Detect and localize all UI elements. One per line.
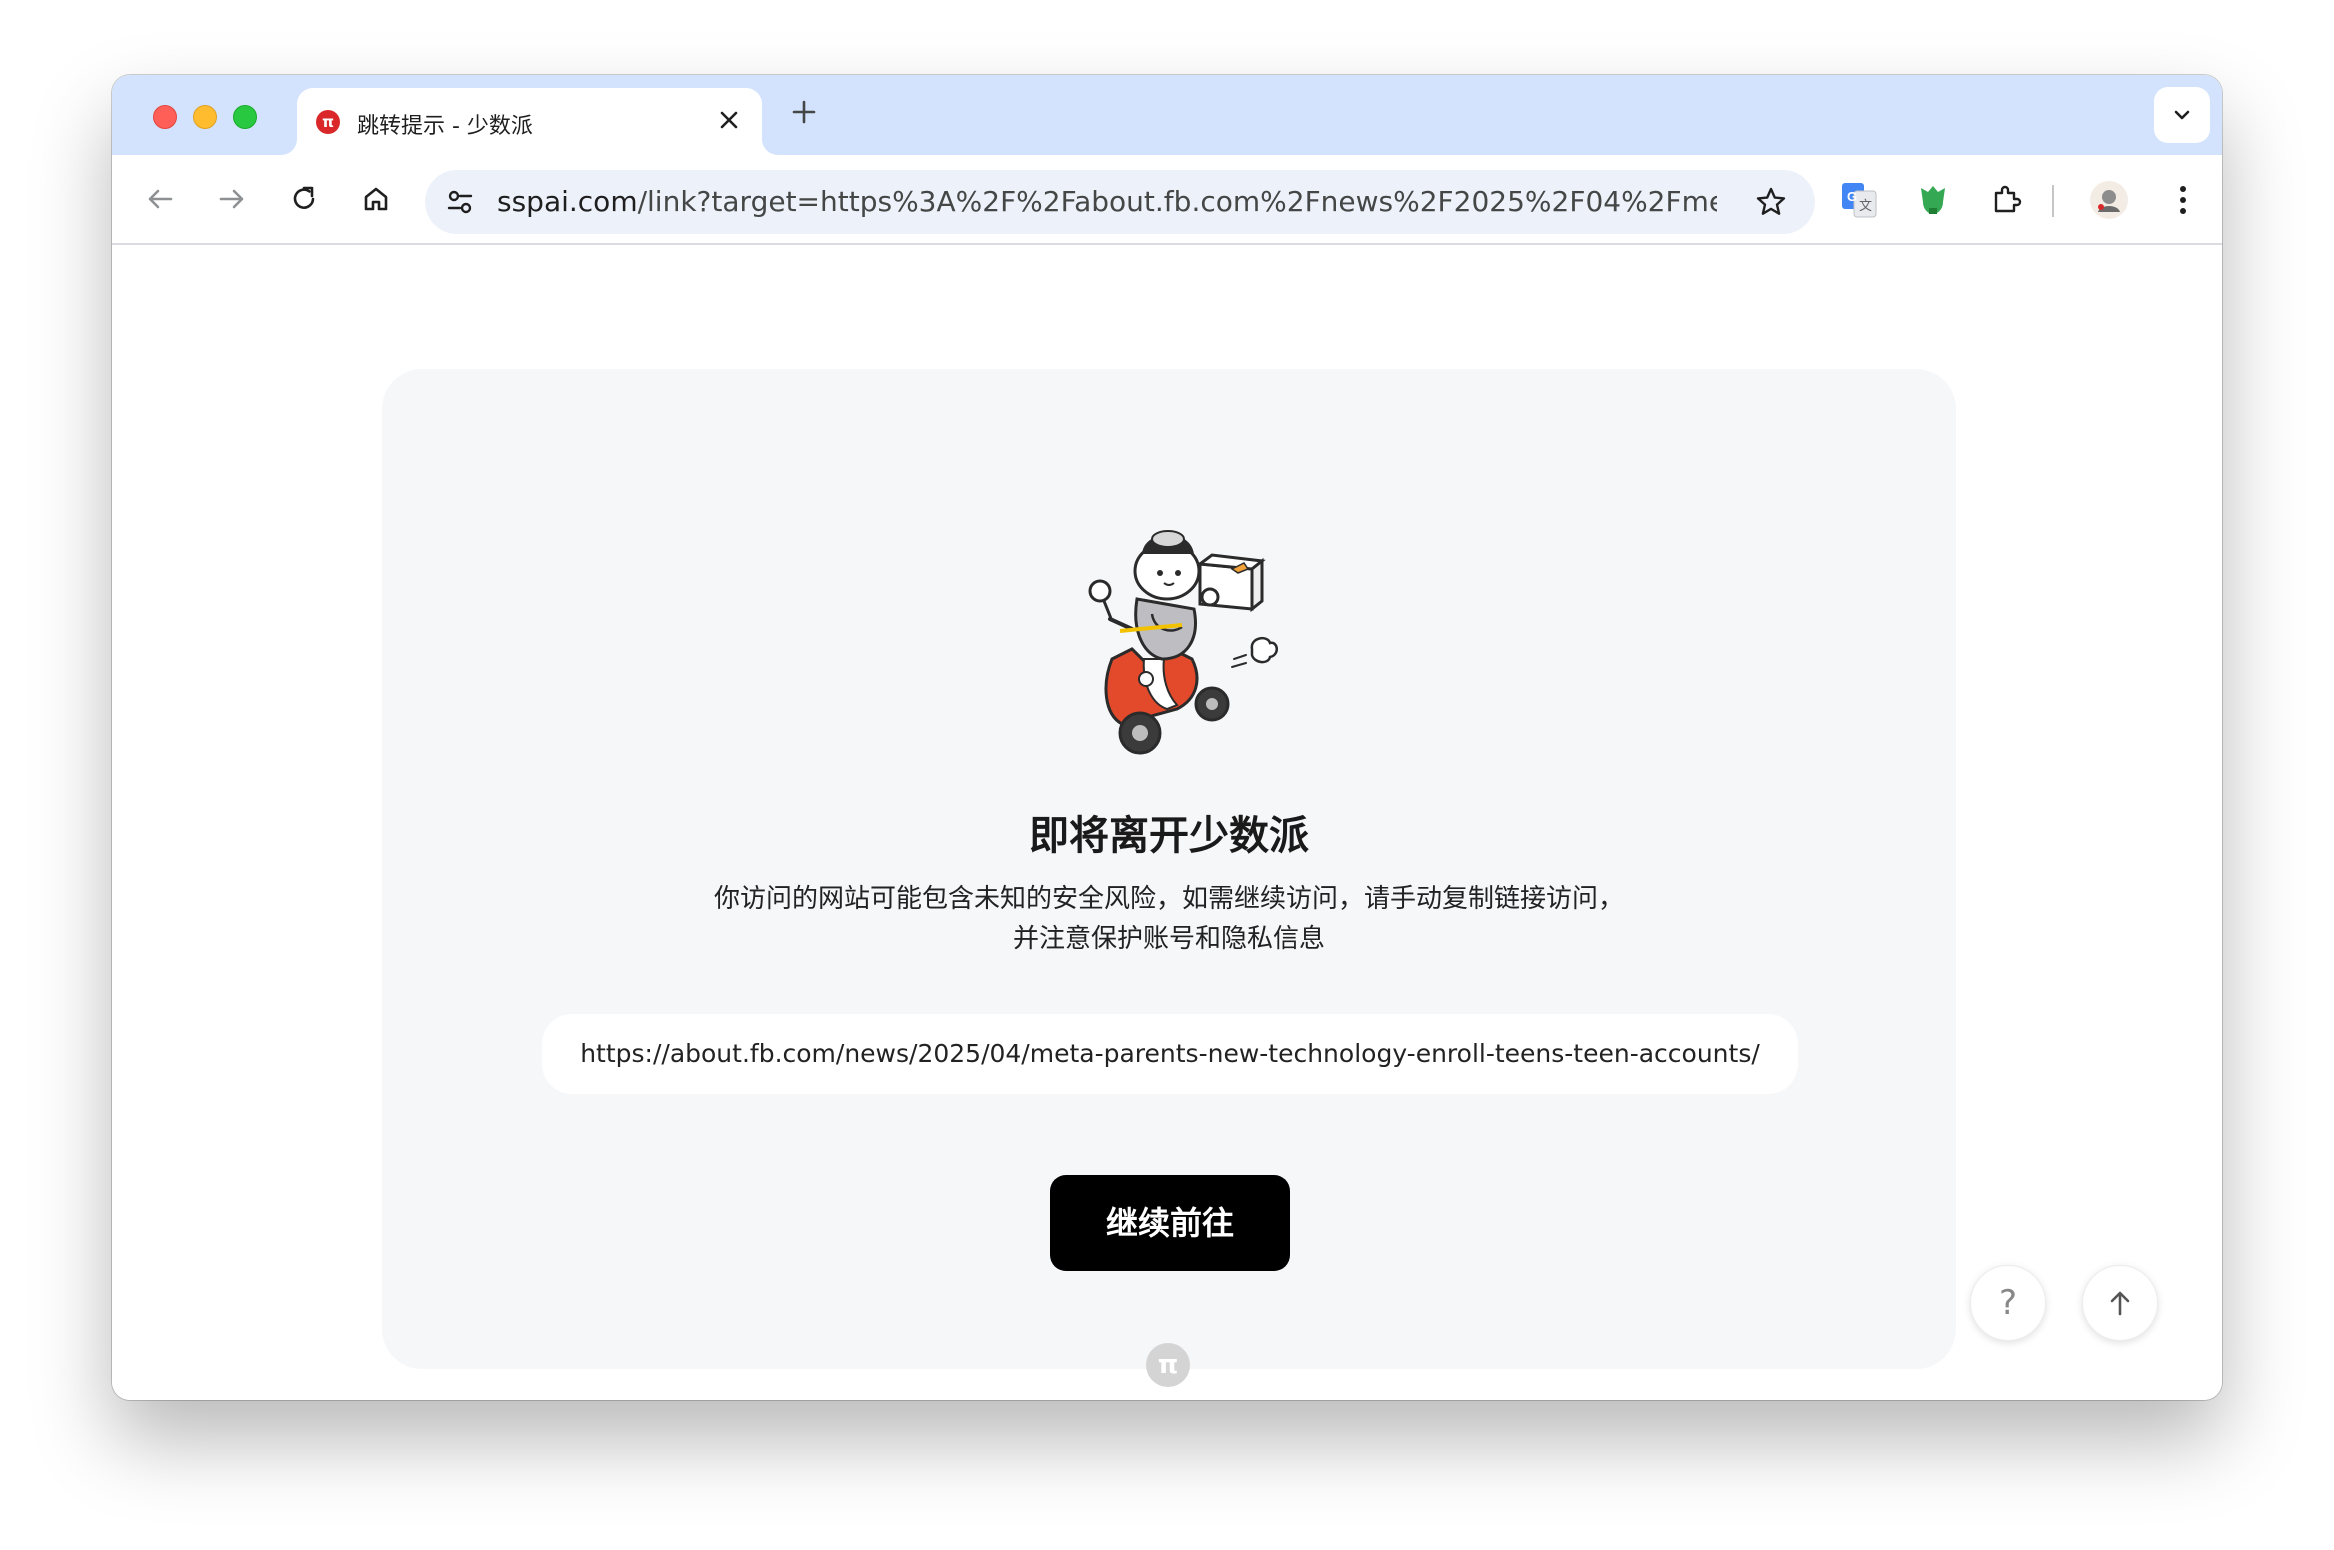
sspai-favicon-icon: π xyxy=(316,110,340,134)
puzzle-icon xyxy=(1994,185,2022,213)
chrome-menu-button[interactable] xyxy=(2160,177,2206,223)
page-title: 即将离开少数派 xyxy=(1029,813,1309,859)
profile-button[interactable] xyxy=(2086,177,2132,223)
toolbar-divider xyxy=(2052,185,2054,217)
bird-extension[interactable] xyxy=(1910,177,1956,223)
home-button[interactable] xyxy=(356,179,396,219)
warning-description: 你访问的网站可能包含未知的安全风险，如需继续访问，请手动复制链接访问， 并注意保… xyxy=(382,879,1956,959)
scooter-mascot-illustration xyxy=(1088,530,1278,755)
reload-button[interactable] xyxy=(284,179,324,219)
help-icon: ? xyxy=(1998,1283,2018,1323)
extensions-button[interactable] xyxy=(1984,177,2030,223)
forward-button[interactable] xyxy=(212,179,252,219)
plus-icon xyxy=(792,100,816,124)
minimize-window-button[interactable] xyxy=(193,105,217,129)
svg-text:G: G xyxy=(1847,189,1857,204)
home-icon xyxy=(364,187,388,211)
url-host: sspai.com xyxy=(497,186,638,218)
url-path: /link?target=https%3A%2F%2Fabout.fb.com%… xyxy=(637,186,1717,218)
star-icon xyxy=(1756,187,1786,215)
google-translate-extension[interactable]: G 文 xyxy=(1836,177,1882,223)
arrow-up-icon xyxy=(2110,1291,2130,1316)
browser-window: π 跳转提示 - 少数派 sspai.com/link?target=https… xyxy=(112,75,2222,1400)
close-icon xyxy=(720,111,738,129)
reload-icon xyxy=(293,186,315,209)
tune-icon xyxy=(447,190,473,214)
close-window-button[interactable] xyxy=(153,105,177,129)
translate-icon: G 文 xyxy=(1842,183,1877,218)
back-button[interactable] xyxy=(140,179,180,219)
maximize-window-button[interactable] xyxy=(233,105,257,129)
arrow-left-icon xyxy=(148,189,173,209)
tab-close-button[interactable] xyxy=(712,105,746,139)
site-settings-button[interactable] xyxy=(441,183,479,221)
page-content: 即将离开少数派 你访问的网站可能包含未知的安全风险，如需继续访问，请手动复制链接… xyxy=(112,245,2222,1400)
tab-strip: π 跳转提示 - 少数派 xyxy=(112,75,2222,155)
sspai-footer-logo-icon: π xyxy=(1146,1343,1190,1387)
svg-text:文: 文 xyxy=(1859,198,1872,213)
target-url-field[interactable]: https://about.fb.com/news/2025/04/meta-p… xyxy=(542,1014,1798,1094)
warning-line-1: 你访问的网站可能包含未知的安全风险，如需继续访问，请手动复制链接访问， xyxy=(713,884,1624,914)
avatar-icon xyxy=(2090,181,2128,219)
active-tab[interactable]: π 跳转提示 - 少数派 xyxy=(297,88,762,155)
bookmark-button[interactable] xyxy=(1753,184,1789,220)
tab-title: 跳转提示 - 少数派 xyxy=(357,114,533,139)
arrow-right-icon xyxy=(219,189,244,209)
continue-button[interactable]: 继续前往 xyxy=(1050,1175,1290,1271)
warning-line-2: 并注意保护账号和隐私信息 xyxy=(1012,924,1325,954)
more-vert-icon xyxy=(2180,186,2186,214)
tab-search-button[interactable] xyxy=(2154,87,2210,143)
leave-site-card: 即将离开少数派 你访问的网站可能包含未知的安全风险，如需继续访问，请手动复制链接… xyxy=(382,369,1956,1369)
address-bar[interactable]: sspai.com/link?target=https%3A%2F%2Fabou… xyxy=(425,170,1815,234)
help-button[interactable]: ? xyxy=(1970,1265,2046,1341)
back-to-top-button[interactable] xyxy=(2082,1265,2158,1341)
new-tab-button[interactable] xyxy=(782,93,826,137)
bird-extension-icon xyxy=(1921,186,1945,214)
chevron-down-icon xyxy=(2174,110,2190,120)
url-text[interactable]: sspai.com/link?target=https%3A%2F%2Fabou… xyxy=(497,186,1717,218)
browser-toolbar: sspai.com/link?target=https%3A%2F%2Fabou… xyxy=(112,155,2222,245)
